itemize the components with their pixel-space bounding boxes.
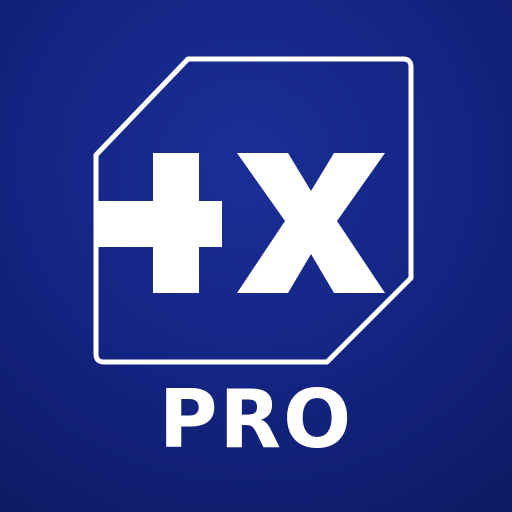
plus-vertical-bar: [153, 153, 199, 293]
pro-badge-label: PRO: [158, 373, 354, 466]
letter-x: [237, 153, 385, 293]
